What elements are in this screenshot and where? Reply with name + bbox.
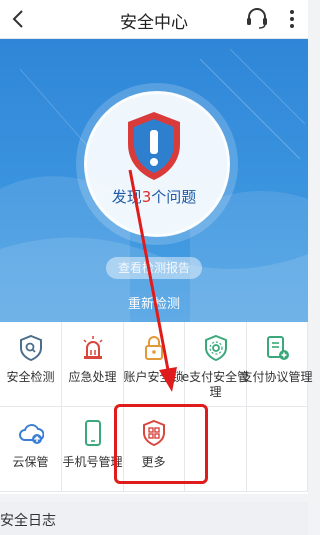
recheck-link[interactable]: 重新检测: [0, 293, 308, 312]
grid-item-emergency[interactable]: 应急处理: [62, 322, 124, 407]
security-log-section: 安全日志: [0, 502, 308, 535]
issue-summary: 发现3个问题: [111, 188, 197, 206]
more-dots-icon[interactable]: [281, 7, 303, 31]
grid-item-payment-agreement[interactable]: 支付协议管理: [240, 322, 313, 407]
document-plus-icon: [267, 336, 289, 360]
warning-shield-icon: [128, 112, 180, 180]
grid-item-account-lock[interactable]: 账户安全锁: [123, 322, 185, 407]
grid-empty-cell: [246, 407, 308, 492]
issue-count: 3: [141, 188, 152, 206]
headset-icon[interactable]: [244, 5, 270, 31]
cloud-upload-icon: [19, 424, 44, 444]
security-hero: 发现3个问题 查看检测报告 重新检测: [0, 39, 308, 322]
lock-icon: [145, 336, 163, 360]
alarm-light-icon: [83, 336, 103, 359]
gear-shield-icon: [205, 334, 227, 362]
security-log-title: 安全日志: [0, 513, 56, 529]
grid-item-label: 支付协议管理: [240, 370, 313, 384]
grid-item-security-check[interactable]: 安全检测: [0, 322, 62, 407]
grid-item-epay-security[interactable]: e支付安全管理: [182, 322, 249, 407]
phone-icon: [85, 420, 101, 446]
shield-scan-icon: [20, 334, 42, 362]
grid-item-cloud-storage[interactable]: 云保管: [0, 407, 62, 492]
view-report-button[interactable]: 查看检测报告: [106, 257, 202, 279]
top-bar: 安全中心: [0, 0, 308, 39]
annotation-highlight-box: [114, 404, 208, 484]
